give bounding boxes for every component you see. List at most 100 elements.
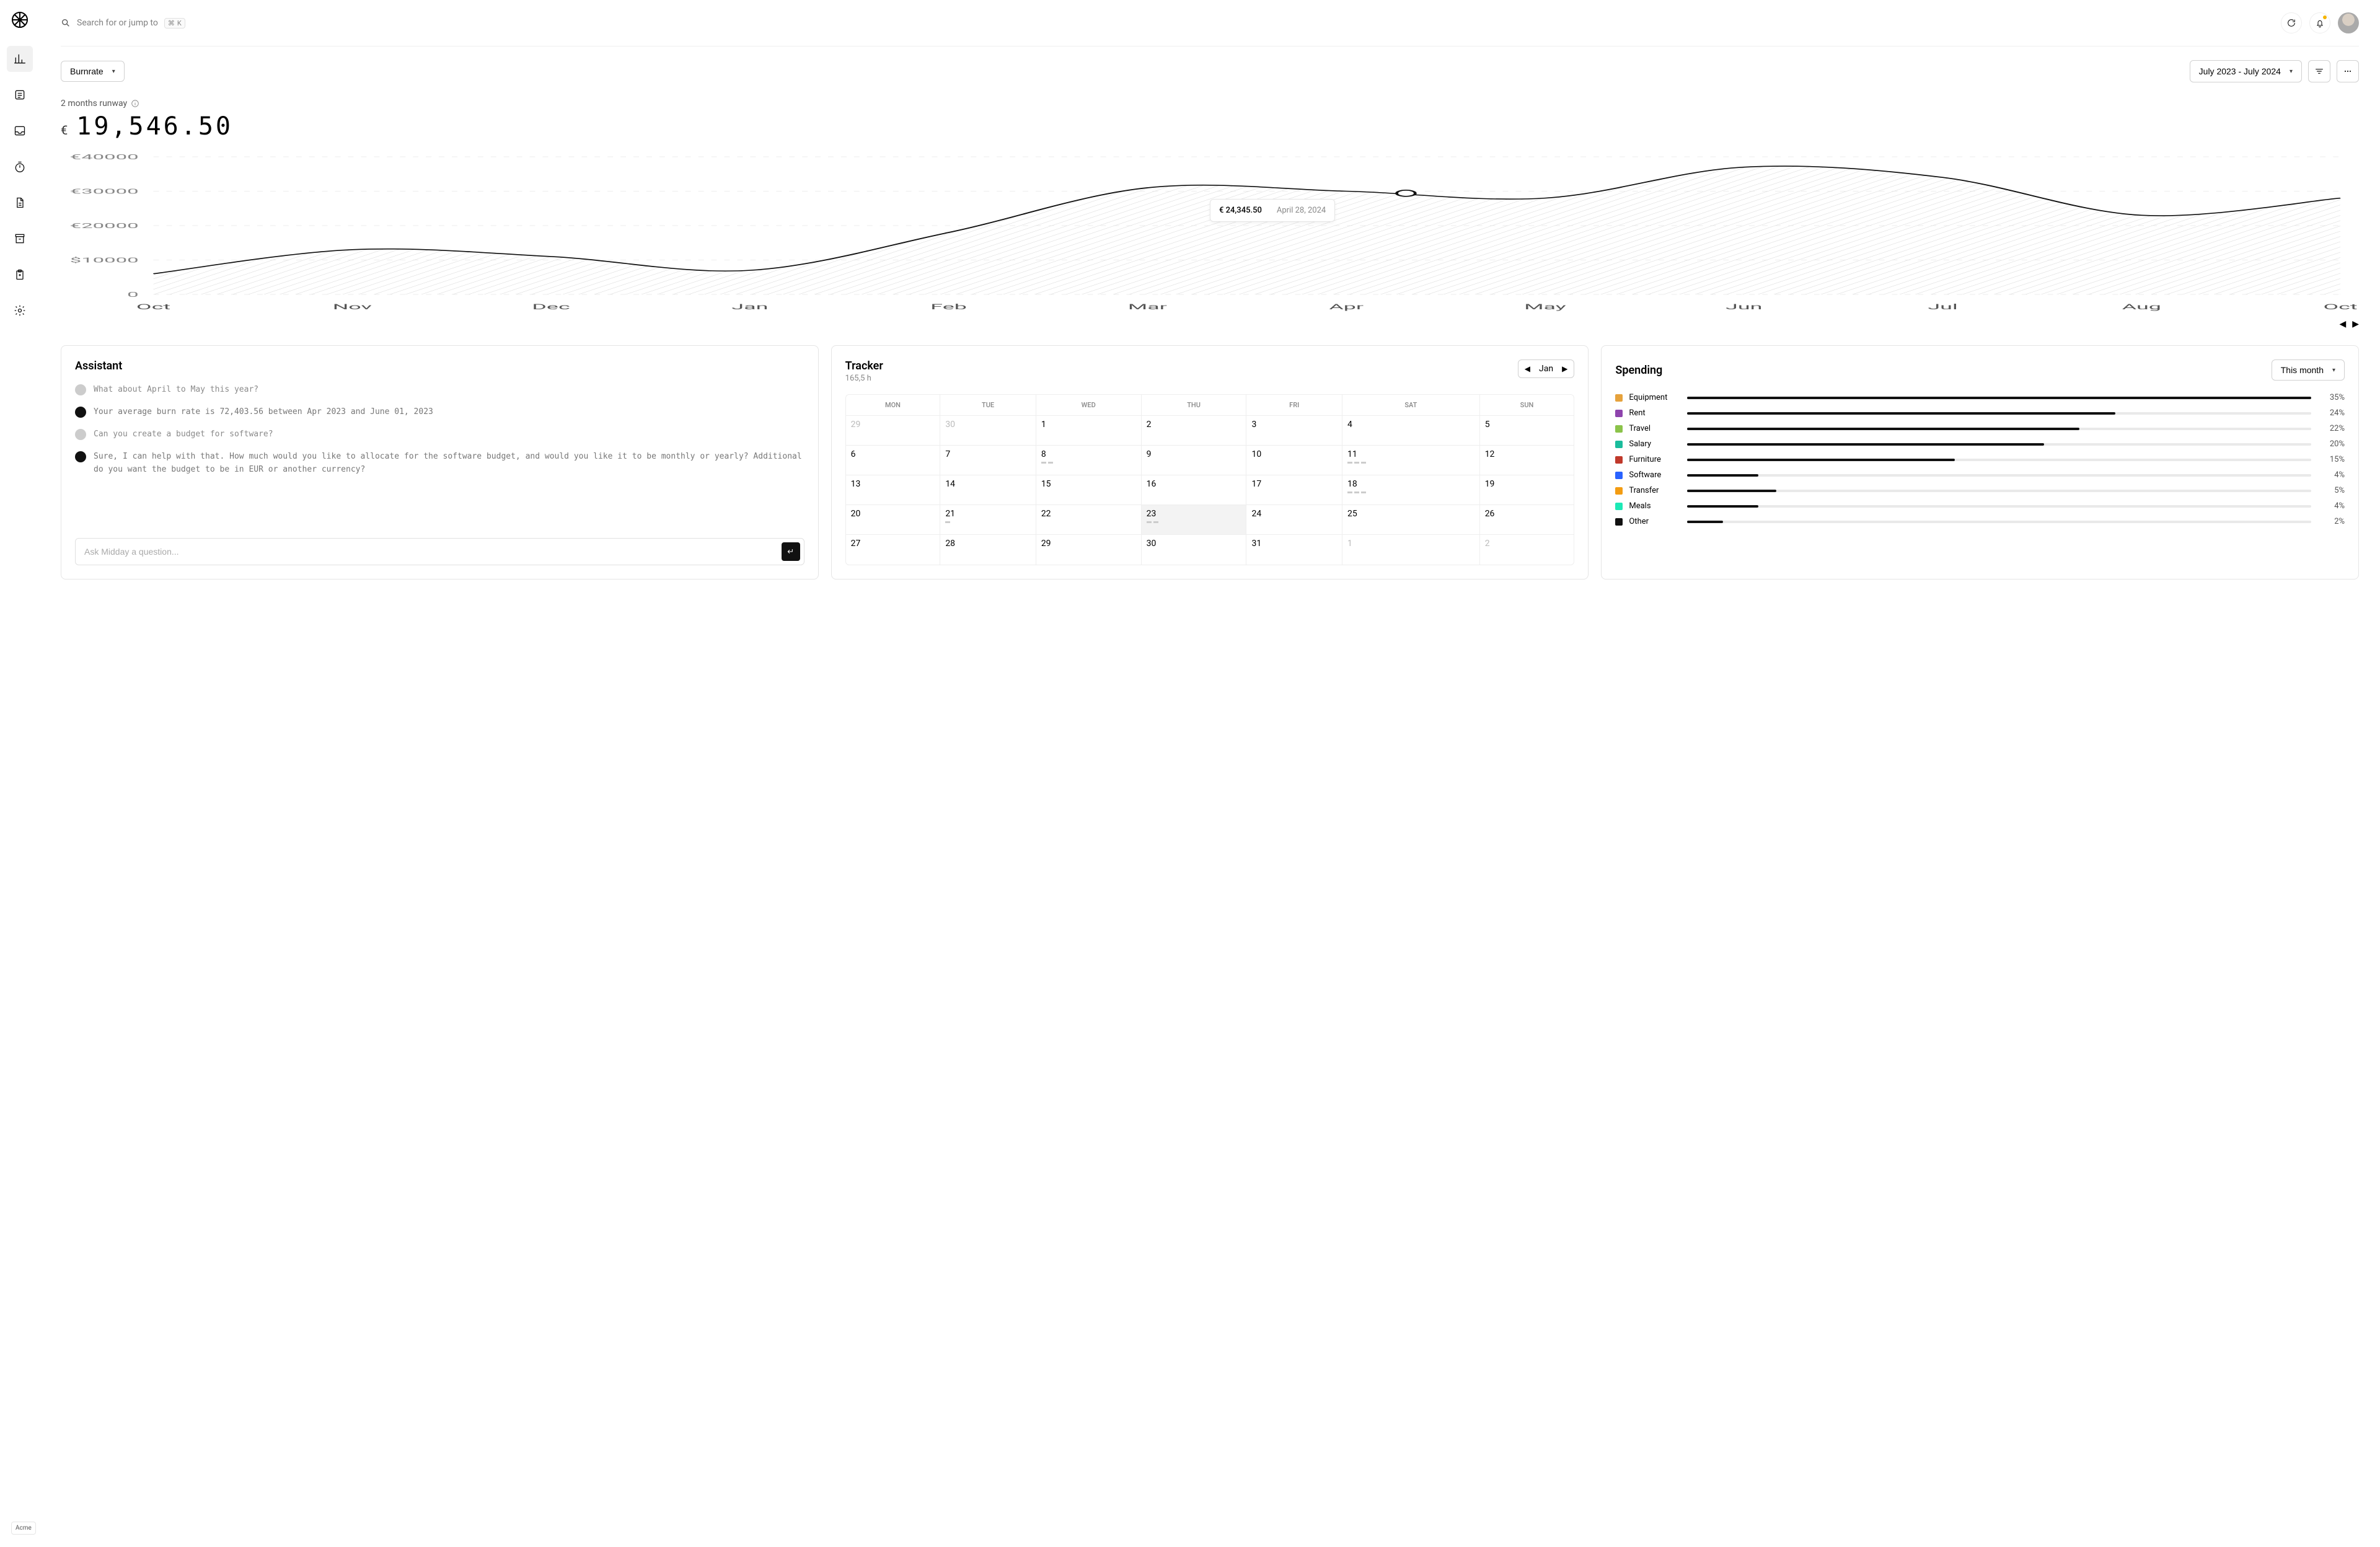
workspace-badge[interactable]: Acme	[11, 1522, 36, 1535]
nav-archive[interactable]	[7, 226, 33, 252]
calendar-day[interactable]: 6	[846, 446, 940, 475]
calendar-day[interactable]: 9	[1141, 446, 1246, 475]
spending-row[interactable]: Salary 20%	[1615, 439, 2345, 449]
calendar-day[interactable]: 29	[846, 416, 940, 446]
refresh-button[interactable]	[2281, 12, 2302, 33]
spending-row[interactable]: Equipment 35%	[1615, 393, 2345, 402]
month-next[interactable]: ▶	[1562, 364, 1567, 373]
category-color-swatch	[1615, 503, 1623, 510]
search-icon	[61, 18, 71, 28]
svg-text:€40000: €40000	[70, 153, 139, 161]
calendar-day[interactable]: 31	[1246, 535, 1342, 565]
tracker-calendar: MONTUEWEDTHUFRISATSUN 293012345678910111…	[845, 394, 1575, 565]
nav-settings[interactable]	[7, 298, 33, 324]
calendar-day[interactable]: 16	[1141, 475, 1246, 505]
chevron-down-icon: ▾	[112, 68, 115, 75]
calendar-day[interactable]: 26	[1479, 505, 1574, 535]
user-avatar[interactable]	[2338, 12, 2359, 33]
category-color-swatch	[1615, 425, 1623, 433]
month-prev[interactable]: ◀	[1525, 364, 1530, 373]
calendar-weekday: SUN	[1479, 395, 1574, 416]
calendar-day[interactable]: 2	[1141, 416, 1246, 446]
calendar-day[interactable]: 11	[1342, 446, 1479, 475]
calendar-day[interactable]: 22	[1036, 505, 1141, 535]
calendar-day[interactable]: 5	[1479, 416, 1574, 446]
assistant-message-bot: Your average burn rate is 72,403.56 betw…	[75, 406, 804, 418]
calendar-day[interactable]: 24	[1246, 505, 1342, 535]
calendar-weekday: WED	[1036, 395, 1141, 416]
day-tracks	[945, 521, 1031, 523]
metric-dropdown[interactable]: Burnrate ▾	[61, 61, 125, 82]
calendar-weekday: MON	[846, 395, 940, 416]
category-color-swatch	[1615, 518, 1623, 526]
calendar-day[interactable]: 30	[1141, 535, 1246, 565]
filter-button[interactable]	[2308, 60, 2330, 82]
nav-document[interactable]	[7, 190, 33, 216]
calendar-day[interactable]: 28	[940, 535, 1036, 565]
calendar-day[interactable]: 1	[1036, 416, 1141, 446]
spending-range-label: This month	[2281, 365, 2324, 375]
assistant-input[interactable]	[84, 547, 782, 557]
nav-clipboard[interactable]	[7, 262, 33, 288]
svg-text:Mar: Mar	[1128, 302, 1167, 311]
chart-prev[interactable]: ◀	[2339, 319, 2346, 329]
spending-row[interactable]: Transfer 5%	[1615, 486, 2345, 495]
more-button[interactable]	[2337, 60, 2359, 82]
nav-timer[interactable]	[7, 154, 33, 180]
message-text: Your average burn rate is 72,403.56 betw…	[94, 406, 433, 418]
nav-list[interactable]	[7, 82, 33, 108]
category-color-swatch	[1615, 472, 1623, 479]
calendar-day[interactable]: 29	[1036, 535, 1141, 565]
calendar-day[interactable]: 8	[1036, 446, 1141, 475]
spending-row[interactable]: Meals 4%	[1615, 501, 2345, 511]
nav-inbox[interactable]	[7, 118, 33, 144]
kpi-currency: €	[61, 123, 68, 138]
calendar-day[interactable]: 3	[1246, 416, 1342, 446]
calendar-day[interactable]: 15	[1036, 475, 1141, 505]
calendar-day[interactable]: 23	[1141, 505, 1246, 535]
calendar-day[interactable]: 18	[1342, 475, 1479, 505]
category-color-swatch	[1615, 410, 1623, 417]
global-search[interactable]: Search for or jump to ⌘K	[61, 18, 185, 29]
spending-row[interactable]: Travel 22%	[1615, 424, 2345, 433]
spending-row[interactable]: Rent 24%	[1615, 408, 2345, 418]
calendar-day[interactable]: 21	[940, 505, 1036, 535]
category-label: Furniture	[1629, 455, 1681, 464]
assistant-send-button[interactable]	[782, 542, 800, 561]
calendar-day[interactable]: 10	[1246, 446, 1342, 475]
svg-text:Jun: Jun	[1726, 302, 1762, 311]
widgets-row: Assistant What about April to May this y…	[61, 345, 2359, 580]
category-pct: 24%	[2317, 408, 2345, 418]
info-icon[interactable]	[131, 99, 139, 108]
calendar-day[interactable]: 20	[846, 505, 940, 535]
calendar-day[interactable]: 7	[940, 446, 1036, 475]
nav-analytics[interactable]	[7, 46, 33, 72]
spending-row[interactable]: Software 4%	[1615, 470, 2345, 480]
spending-row[interactable]: Furniture 15%	[1615, 455, 2345, 464]
calendar-day[interactable]: 19	[1479, 475, 1574, 505]
category-label: Salary	[1629, 439, 1681, 449]
message-text: What about April to May this year?	[94, 384, 258, 396]
category-color-swatch	[1615, 441, 1623, 448]
calendar-day[interactable]: 4	[1342, 416, 1479, 446]
calendar-day[interactable]: 27	[846, 535, 940, 565]
category-pct: 2%	[2317, 517, 2345, 526]
calendar-day[interactable]: 12	[1479, 446, 1574, 475]
calendar-day[interactable]: 30	[940, 416, 1036, 446]
svg-text:Oct: Oct	[136, 302, 170, 311]
calendar-day[interactable]: 1	[1342, 535, 1479, 565]
spending-range-dropdown[interactable]: This month ▾	[2272, 359, 2345, 381]
notifications-button[interactable]	[2309, 12, 2330, 33]
chart-next[interactable]: ▶	[2352, 319, 2359, 329]
calendar-day[interactable]: 17	[1246, 475, 1342, 505]
spending-row[interactable]: Other 2%	[1615, 517, 2345, 526]
calendar-day[interactable]: 2	[1479, 535, 1574, 565]
svg-text:Dec: Dec	[532, 302, 570, 311]
calendar-day[interactable]: 25	[1342, 505, 1479, 535]
date-range-dropdown[interactable]: July 2023 - July 2024 ▾	[2190, 60, 2302, 82]
assistant-message-bot: Sure, I can help with that. How much wou…	[75, 451, 804, 475]
category-pct: 4%	[2317, 501, 2345, 511]
chevron-down-icon: ▾	[2290, 68, 2293, 75]
calendar-day[interactable]: 14	[940, 475, 1036, 505]
calendar-day[interactable]: 13	[846, 475, 940, 505]
